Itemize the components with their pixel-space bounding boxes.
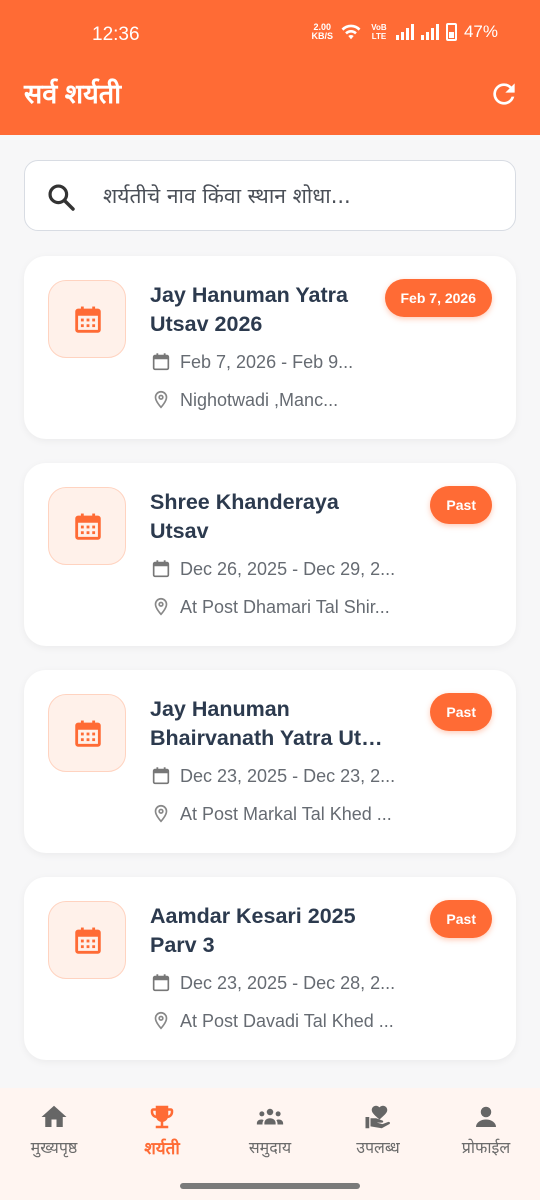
event-title-line2: Utsav 2026 [150, 312, 263, 336]
event-thumbnail [48, 487, 126, 565]
event-location: At Post Dhamari Tal Shir... [180, 596, 390, 617]
location-pin-icon [154, 804, 168, 823]
event-title-line1: Jay Hanuman Yatra [150, 283, 348, 307]
signal-icon-2 [420, 24, 439, 40]
status-badge: Past [430, 693, 492, 731]
calendar-small-icon [152, 767, 170, 785]
person-icon [476, 1106, 496, 1127]
volunteer-icon [365, 1105, 391, 1129]
status-icons: 2.00 KB/S VoB LTE 47% [311, 22, 498, 42]
net-speed-unit: KB/S [311, 31, 333, 41]
battery-icon [445, 23, 457, 41]
event-thumbnail [48, 694, 126, 772]
event-title: Shree Khanderaya Utsav [150, 488, 386, 546]
status-time: 12:36 [92, 24, 140, 45]
event-location-row: At Post Markal Tal Khed ... [150, 802, 420, 826]
search-bar[interactable] [24, 160, 516, 231]
event-title-line2: Parv 3 [150, 933, 215, 957]
status-badge: Past [430, 900, 492, 938]
gesture-bar [180, 1183, 360, 1189]
app-bar: 12:36 2.00 KB/S VoB LTE 47% सर्व शर्यती [0, 0, 540, 135]
wifi-icon [341, 24, 361, 40]
event-date: Dec 23, 2025 - Dec 28, 2... [180, 972, 396, 993]
event-title: Aamdar Kesari 2025 Parv 3 [150, 902, 386, 960]
event-title-line2: Utsav [150, 519, 209, 543]
net-speed: 2.00 KB/S [311, 23, 333, 41]
nav-item-community[interactable]: समुदाय [216, 1102, 324, 1158]
event-location-row: At Post Davadi Tal Khed ... [150, 1009, 420, 1033]
search-input[interactable] [103, 175, 503, 217]
event-location: Nighotwadi ,Manc... [180, 389, 339, 410]
volte-badge: VoB LTE [371, 23, 387, 41]
trophy-icon [150, 1105, 174, 1129]
calendar-icon [75, 927, 101, 954]
calendar-icon [75, 513, 101, 540]
event-date: Dec 23, 2025 - Dec 23, 2... [180, 765, 396, 786]
event-date-row: Dec 23, 2025 - Dec 23, 2... [150, 764, 420, 788]
event-date-row: Dec 23, 2025 - Dec 28, 2... [150, 971, 420, 995]
signal-icon-1 [395, 24, 414, 40]
nav-label-profile: प्रोफाईल [461, 1138, 511, 1157]
event-title-line1: Shree Khanderaya [150, 490, 339, 514]
event-date: Dec 26, 2025 - Dec 29, 2... [180, 558, 396, 579]
calendar-small-icon [152, 974, 170, 992]
nav-item-home[interactable]: मुख्यपृष्ठ [0, 1102, 108, 1158]
event-title-line1: Aamdar Kesari 2025 [150, 904, 356, 928]
event-location: At Post Markal Tal Khed ... [180, 803, 392, 824]
calendar-icon [75, 306, 101, 333]
search-icon [48, 184, 75, 211]
refresh-icon[interactable] [488, 78, 520, 110]
event-card[interactable]: Shree Khanderaya Utsav Past Dec 26, 2025 … [24, 463, 516, 646]
nav-item-races[interactable]: शर्यती [108, 1102, 216, 1159]
home-icon [41, 1105, 67, 1127]
calendar-small-icon [152, 560, 170, 578]
event-location-row: At Post Dhamari Tal Shir... [150, 595, 420, 619]
page-title: सर्व शर्यती [24, 79, 122, 109]
event-thumbnail [48, 280, 126, 358]
status-bar: 12:36 2.00 KB/S VoB LTE 47% [0, 0, 540, 68]
battery-percent: 47% [463, 22, 498, 41]
event-card[interactable]: Aamdar Kesari 2025 Parv 3 Past Dec 23, 20… [24, 877, 516, 1060]
groups-icon [256, 1108, 284, 1125]
event-date-row: Dec 26, 2025 - Dec 29, 2... [150, 557, 420, 581]
event-card[interactable]: Jay Hanuman Yatra Utsav 2026 Feb 7, 2026 … [24, 256, 516, 439]
nav-label-community: समुदाय [248, 1138, 292, 1157]
status-badge: Past [430, 486, 492, 524]
calendar-icon [75, 720, 101, 747]
calendar-small-icon [152, 353, 170, 371]
event-thumbnail [48, 901, 126, 979]
nav-label-home: मुख्यपृष्ठ [30, 1138, 78, 1157]
event-title: Jay Hanuman Bhairvanath Yatra Uts... [150, 695, 386, 753]
nav-label-races: शर्यती [144, 1139, 180, 1159]
event-location-row: Nighotwadi ,Manc... [150, 388, 420, 412]
event-title-line2: Bhairvanath Yatra Uts... [150, 726, 386, 750]
event-title: Jay Hanuman Yatra Utsav 2026 [150, 281, 386, 339]
location-pin-icon [154, 390, 168, 409]
status-badge: Feb 7, 2026 [384, 279, 492, 317]
event-date: Feb 7, 2026 - Feb 9... [180, 351, 354, 372]
location-pin-icon [154, 597, 168, 616]
nav-label-available: उपलब्ध [356, 1138, 400, 1157]
event-title-line1: Jay Hanuman [150, 697, 290, 721]
event-date-row: Feb 7, 2026 - Feb 9... [150, 350, 420, 374]
nav-item-profile[interactable]: प्रोफाईल [432, 1102, 540, 1158]
nav-item-available[interactable]: उपलब्ध [324, 1102, 432, 1158]
event-location: At Post Davadi Tal Khed ... [180, 1010, 394, 1031]
event-card[interactable]: Jay Hanuman Bhairvanath Yatra Uts... Past… [24, 670, 516, 853]
location-pin-icon [154, 1011, 168, 1030]
